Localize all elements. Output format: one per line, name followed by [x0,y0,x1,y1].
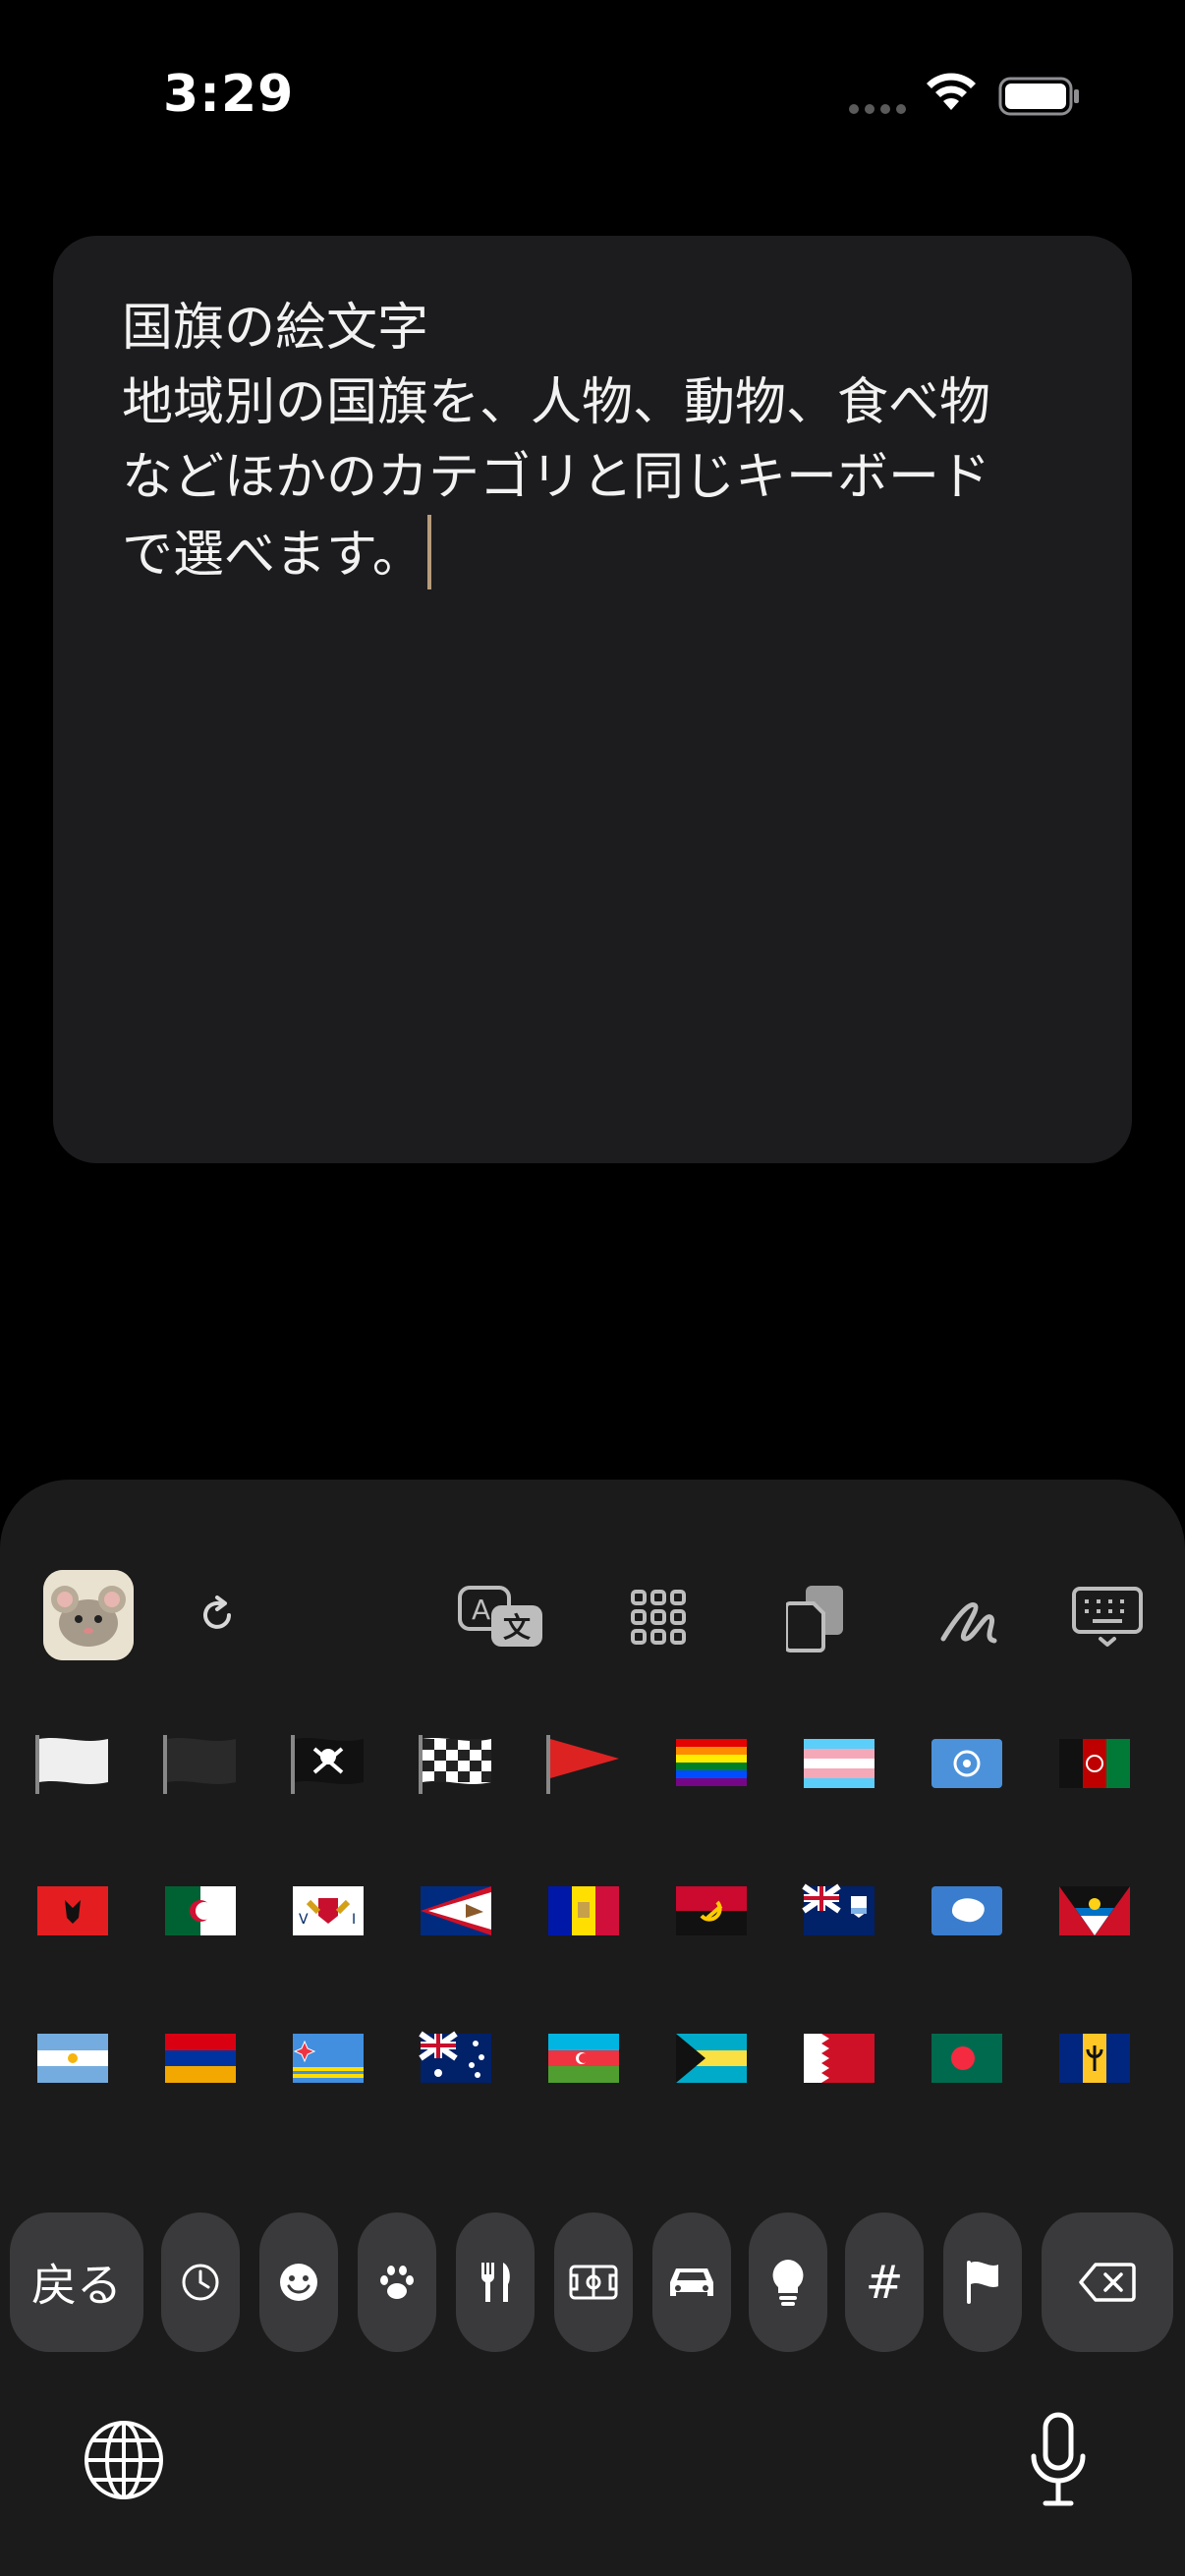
delete-button[interactable] [1042,2212,1173,2352]
antigua-barbuda-flag[interactable] [1055,1882,1134,1941]
recent-icon[interactable] [161,2212,240,2352]
armenia-flag[interactable] [161,2030,240,2089]
cellular-dots-icon [849,104,906,114]
flag-icon[interactable] [943,2212,1022,2352]
smiley-icon[interactable] [259,2212,338,2352]
clipboard-icon[interactable] [786,1582,847,1652]
symbols-icon[interactable]: # [845,2212,924,2352]
text-caret [426,515,431,589]
note-line-3: などほかのカテゴリと同じキーボード [122,448,991,507]
status-bar: 3:29 [0,0,1185,196]
emoji-keyboard: A 文 V I 戻る # [0,1480,1185,2576]
andorra-flag[interactable] [544,1882,623,1941]
keyboard-icon[interactable] [1071,1586,1144,1649]
car-icon[interactable] [652,2212,731,2352]
algeria-flag[interactable] [161,1882,240,1941]
paw-icon[interactable] [358,2212,436,2352]
bahamas-flag[interactable] [672,2030,751,2089]
back-button[interactable]: 戻る [10,2212,143,2352]
battery-icon [998,77,1079,116]
angola-flag[interactable] [672,1882,751,1941]
soccer-field-icon[interactable] [554,2212,633,2352]
white-flag[interactable] [33,1735,112,1794]
fork-knife-icon[interactable] [456,2212,535,2352]
note-text: 国旗の絵文字 地域別の国旗を、人物、動物、食べ物 などほかのカテゴリと同じキーボ… [122,291,1104,592]
us-virgin-islands-flag[interactable]: VI [289,1882,367,1941]
svg-text:I: I [352,1912,356,1928]
australia-flag[interactable] [417,2030,495,2089]
lightbulb-icon[interactable] [749,2212,827,2352]
note-text-area[interactable]: 国旗の絵文字 地域別の国旗を、人物、動物、食べ物 などほかのカテゴリと同じキーボ… [53,236,1132,1163]
emoji-grid: VI [0,1735,1185,2177]
app-icon[interactable] [43,1570,134,1660]
american-samoa-flag[interactable] [417,1882,495,1941]
black-flag[interactable] [161,1735,240,1794]
azerbaijan-flag[interactable] [544,2030,623,2089]
svg-text:V: V [299,1912,309,1928]
symbols-label: # [865,2256,904,2309]
argentina-flag[interactable] [33,2030,112,2089]
albania-flag[interactable] [33,1882,112,1941]
translate-icon[interactable]: A 文 [456,1584,548,1652]
afghanistan-flag[interactable] [1055,1735,1134,1794]
aruba-flag[interactable] [289,2030,367,2089]
microphone-icon[interactable] [1028,2411,1089,2509]
category-bar: 戻る # [0,2201,1185,2352]
handwriting-icon[interactable] [939,1590,1004,1649]
keyboard-bottom-row [0,2403,1185,2576]
svg-text:文: 文 [503,1611,531,1644]
barbados-flag[interactable] [1055,2030,1134,2089]
triangular-flag[interactable] [544,1735,623,1794]
svg-text:A: A [472,1594,490,1626]
united-nations-flag[interactable] [928,1735,1006,1794]
bahrain-flag[interactable] [800,2030,878,2089]
pirate-flag[interactable] [289,1735,367,1794]
wifi-icon [927,73,976,110]
checkered-flag[interactable] [417,1735,495,1794]
antarctica-flag[interactable] [928,1882,1006,1941]
note-line-2: 地域別の国旗を、人物、動物、食べ物 [122,373,991,432]
grid-icon[interactable] [629,1588,688,1647]
globe-icon[interactable] [83,2419,165,2501]
note-line-4: で選べます。 [122,526,423,585]
anguilla-flag[interactable] [800,1882,878,1941]
transgender-flag[interactable] [800,1735,878,1794]
rainbow-flag[interactable] [672,1735,751,1794]
bangladesh-flag[interactable] [928,2030,1006,2089]
back-label: 戻る [31,2259,122,2312]
status-time: 3:29 [163,65,295,124]
note-line-1: 国旗の絵文字 [122,299,429,358]
refresh-icon[interactable] [193,1588,242,1643]
